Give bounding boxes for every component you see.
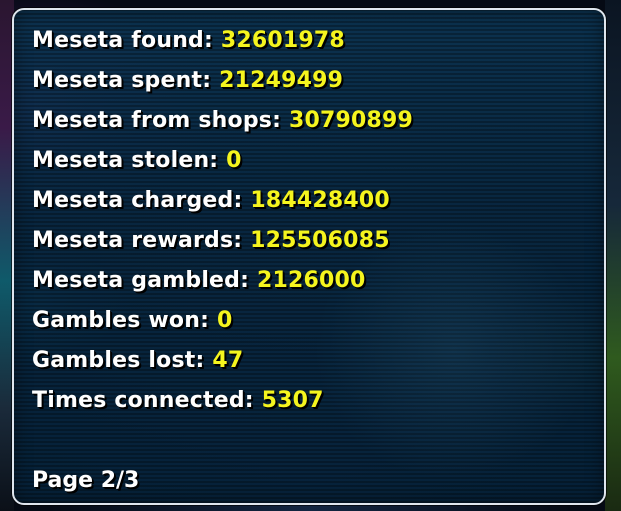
stat-row-meseta-gambled: Meseta gambled: 2126000: [32, 266, 413, 306]
stat-value: 0: [226, 148, 242, 173]
stat-row-meseta-spent: Meseta spent: 21249499: [32, 66, 413, 106]
stat-label: Gambles won:: [32, 308, 217, 333]
stat-label: Meseta gambled:: [32, 268, 257, 293]
stat-label: Meseta stolen:: [32, 148, 227, 173]
stat-label: Meseta rewards:: [32, 228, 251, 253]
stats-list: Meseta found: 32601978 Meseta spent: 212…: [32, 26, 413, 426]
stat-row-meseta-from-shops: Meseta from shops: 30790899: [32, 106, 413, 146]
stat-value: 0: [216, 308, 233, 333]
stat-label: Meseta from shops:: [32, 108, 289, 133]
game-scene: Meseta found: 32601978 Meseta spent: 212…: [0, 0, 621, 511]
stat-label: Times connected:: [32, 388, 262, 413]
stat-row-gambles-won: Gambles won: 0: [32, 306, 413, 346]
page-indicator: Page 2/3: [32, 468, 140, 493]
stat-value: 30790899: [288, 108, 414, 133]
stat-row-times-connected: Times connected: 5307: [32, 386, 413, 426]
stats-panel: Meseta found: 32601978 Meseta spent: 212…: [12, 8, 606, 505]
stat-value: 184428400: [250, 188, 390, 213]
stat-row-gambles-lost: Gambles lost: 47: [32, 346, 413, 386]
stat-row-meseta-charged: Meseta charged: 184428400: [32, 186, 413, 226]
stat-value: 2126000: [256, 268, 366, 293]
stat-row-meseta-rewards: Meseta rewards: 125506085: [32, 226, 413, 266]
stat-label: Gambles lost:: [32, 348, 213, 373]
stat-label: Meseta charged:: [32, 188, 251, 213]
stat-label: Meseta found:: [32, 28, 221, 53]
background-right-scenery: [605, 0, 621, 511]
stat-label: Meseta spent:: [32, 68, 220, 93]
stat-row-meseta-found: Meseta found: 32601978: [32, 26, 413, 66]
stat-value: 125506085: [250, 228, 390, 253]
stat-value: 5307: [261, 388, 324, 413]
stat-row-meseta-stolen: Meseta stolen: 0: [32, 146, 413, 186]
stat-value: 21249499: [219, 68, 344, 93]
stat-value: 32601978: [220, 28, 345, 53]
stat-value: 47: [212, 348, 244, 373]
